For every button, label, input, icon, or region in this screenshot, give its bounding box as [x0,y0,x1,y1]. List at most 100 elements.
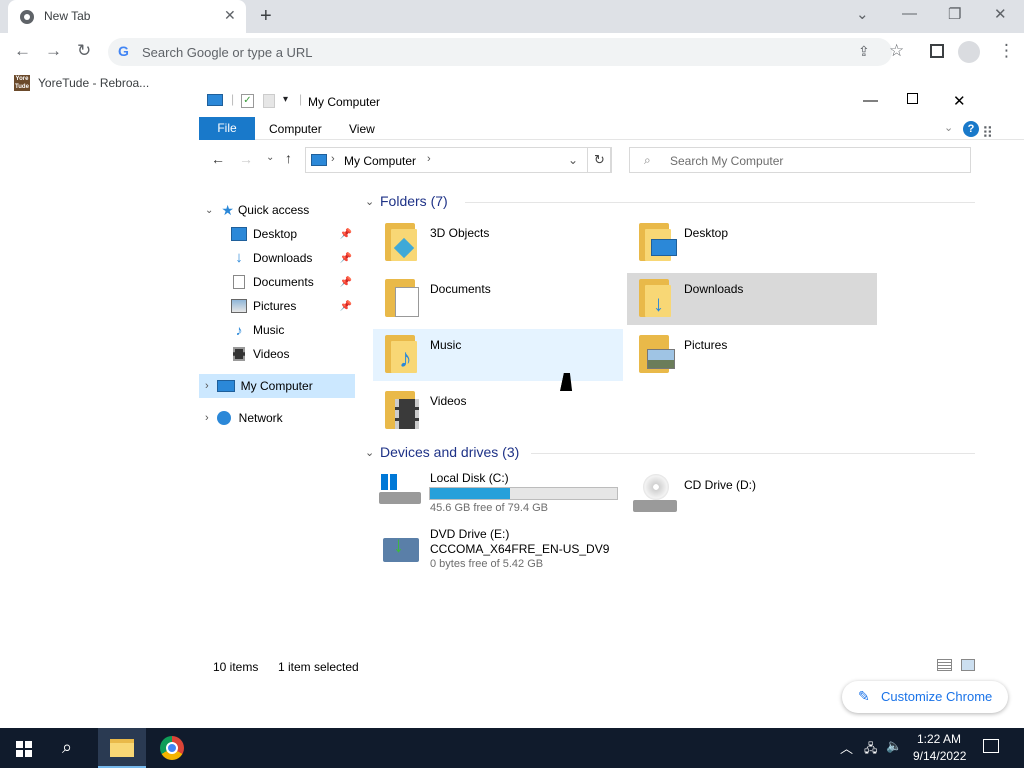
address-path[interactable]: My Computer [344,154,416,168]
explorer-close-button[interactable]: ✕ [953,92,966,110]
chevron-right-icon[interactable]: › [331,153,335,165]
document-icon [233,275,245,289]
explorer-maximize-button[interactable] [907,93,918,104]
film-icon [233,347,245,361]
side-panel-icon[interactable] [930,44,944,58]
folder-icon [385,389,421,429]
new-folder-icon[interactable] [263,94,275,108]
address-bar[interactable]: › My Computer › ⌄ [305,147,611,173]
refresh-button[interactable]: ↻ [587,147,612,173]
menu-kebab-icon[interactable]: ⋮ [998,41,1015,61]
nav-item-documents[interactable]: Documents 📌 [199,270,354,294]
nav-network[interactable]: › Network [199,406,354,430]
help-icon[interactable]: ? [963,121,979,137]
quick-access-toolbar-dropdown-icon[interactable]: ▾ [283,94,288,105]
share-icon[interactable]: ⇪ [858,43,870,60]
bookmark-star-icon[interactable]: ☆ [889,41,904,61]
pencil-icon: ✎ [858,688,870,704]
notifications-icon[interactable] [983,739,999,753]
ribbon-tab-view[interactable]: View [349,122,375,136]
bookmark-yoretude[interactable]: Yore Tude YoreTude - Rebroa... [14,75,149,91]
folder-icon: ↓ [639,277,675,317]
drive-e[interactable]: ↓ DVD Drive (E:) CCCOMA_X64FRE_EN-US_DV9… [373,524,623,576]
nav-item-downloads[interactable]: ↓ Downloads 📌 [199,246,354,270]
ribbon-tab-file[interactable]: File [199,117,255,140]
pin-icon[interactable]: 📌 [340,277,352,288]
tab-search-icon[interactable]: ⌄ [856,5,869,23]
omnibox[interactable]: G Search Google or type a URL ⇪ [108,38,892,66]
tab-new-tab[interactable]: New Tab ✕ [8,0,246,33]
chevron-right-icon[interactable]: › [205,380,209,392]
local-disk-icon [379,474,421,504]
nav-quick-access[interactable]: ⌄ ★ Quick access [199,198,354,222]
network-tray-icon[interactable]: 🖧 [864,739,877,760]
apps-grid-icon[interactable]: ⠿ [982,126,998,142]
chevron-right-icon[interactable]: › [205,412,209,424]
computer-icon [207,94,223,106]
close-window-button[interactable]: ✕ [994,5,1007,23]
windows-logo-icon [381,474,397,490]
window-title: My Computer [308,95,381,109]
minimize-button[interactable]: — [902,5,917,22]
folder-downloads[interactable]: ↓ Downloads [627,273,877,325]
file-explorer-window: | ✓ ▾ | My Computer — ✕ File Computer Vi… [199,88,1024,700]
forward-icon[interactable]: → [45,41,62,61]
address-dropdown-icon[interactable]: ⌄ [568,153,578,167]
search-box[interactable]: ⌕ Search My Computer [629,147,971,173]
search-icon[interactable]: ⌕ [62,737,72,758]
nav-my-computer[interactable]: › My Computer [199,374,355,398]
autoplay-arrow-icon: ↓ [393,532,404,557]
details-view-icon[interactable] [937,659,952,671]
folder-icon [385,277,421,317]
new-tab-button[interactable]: + [260,5,272,28]
folder-icon [639,221,677,261]
chevron-down-icon[interactable]: ⌄ [365,446,374,459]
expand-ribbon-icon[interactable]: ⌄ [944,121,953,134]
pin-icon[interactable]: 📌 [340,253,352,264]
reload-icon[interactable]: ↻ [77,41,91,61]
pin-icon[interactable]: 📌 [340,229,352,240]
clock-date[interactable]: 9/14/2022 [913,749,966,763]
chrome-taskbar-icon[interactable] [160,736,184,760]
restore-button[interactable]: ❐ [948,5,961,23]
search-input[interactable]: Search My Computer [670,154,783,168]
customize-chrome-button[interactable]: ✎ Customize Chrome [842,681,1008,713]
omnibox-input[interactable]: Search Google or type a URL [142,45,313,60]
explorer-forward-icon[interactable]: → [239,151,253,167]
ribbon-tab-computer[interactable]: Computer [269,122,322,136]
taskbar-file-explorer[interactable] [98,728,146,768]
pin-icon[interactable]: 📌 [340,301,352,312]
show-hidden-icons-icon[interactable]: ︿ [840,738,853,757]
drive-c-usage-fill [430,488,511,499]
drive-d[interactable]: CD Drive (D:) [627,468,877,518]
up-icon[interactable]: ↑ [285,150,292,166]
folder-pictures[interactable]: Pictures [627,329,877,381]
chevron-down-icon[interactable]: ⌄ [205,205,213,216]
folder-music[interactable]: ♪ Music [373,329,623,381]
folder-desktop[interactable]: Desktop [627,217,877,269]
explorer-minimize-button[interactable]: — [863,92,878,109]
volume-icon[interactable]: 🔈 [886,738,902,754]
nav-item-pictures[interactable]: Pictures 📌 [199,294,354,318]
large-icons-view-icon[interactable] [961,659,975,671]
recent-locations-icon[interactable]: ⌄ [266,152,274,163]
drive-c[interactable]: Local Disk (C:) 45.6 GB free of 79.4 GB [373,468,623,518]
properties-icon[interactable]: ✓ [241,94,254,108]
close-tab-icon[interactable]: ✕ [224,7,236,24]
clock-time[interactable]: 1:22 AM [917,732,961,746]
folder-3d-objects[interactable]: 3D Objects [373,217,623,269]
tab-strip: New Tab ✕ + ⌄ — ❐ ✕ [0,0,1024,33]
folder-videos[interactable]: Videos [373,385,623,437]
nav-item-videos[interactable]: Videos [199,342,354,366]
search-icon: ⌕ [644,153,651,167]
nav-item-music[interactable]: ♪ Music [199,318,354,342]
chevron-right-icon[interactable]: › [427,153,431,165]
folder-documents[interactable]: Documents [373,273,623,325]
profile-avatar-icon[interactable] [958,41,980,63]
chevron-down-icon[interactable]: ⌄ [365,195,374,208]
taskbar: ⌕ ︿ 🖧 🔈 1:22 AM 9/14/2022 [0,728,1024,768]
bookmark-label: YoreTude - Rebroa... [38,76,150,90]
nav-item-desktop[interactable]: Desktop 📌 [199,222,354,246]
back-icon[interactable]: ← [14,41,31,61]
explorer-back-icon[interactable]: ← [211,151,225,167]
